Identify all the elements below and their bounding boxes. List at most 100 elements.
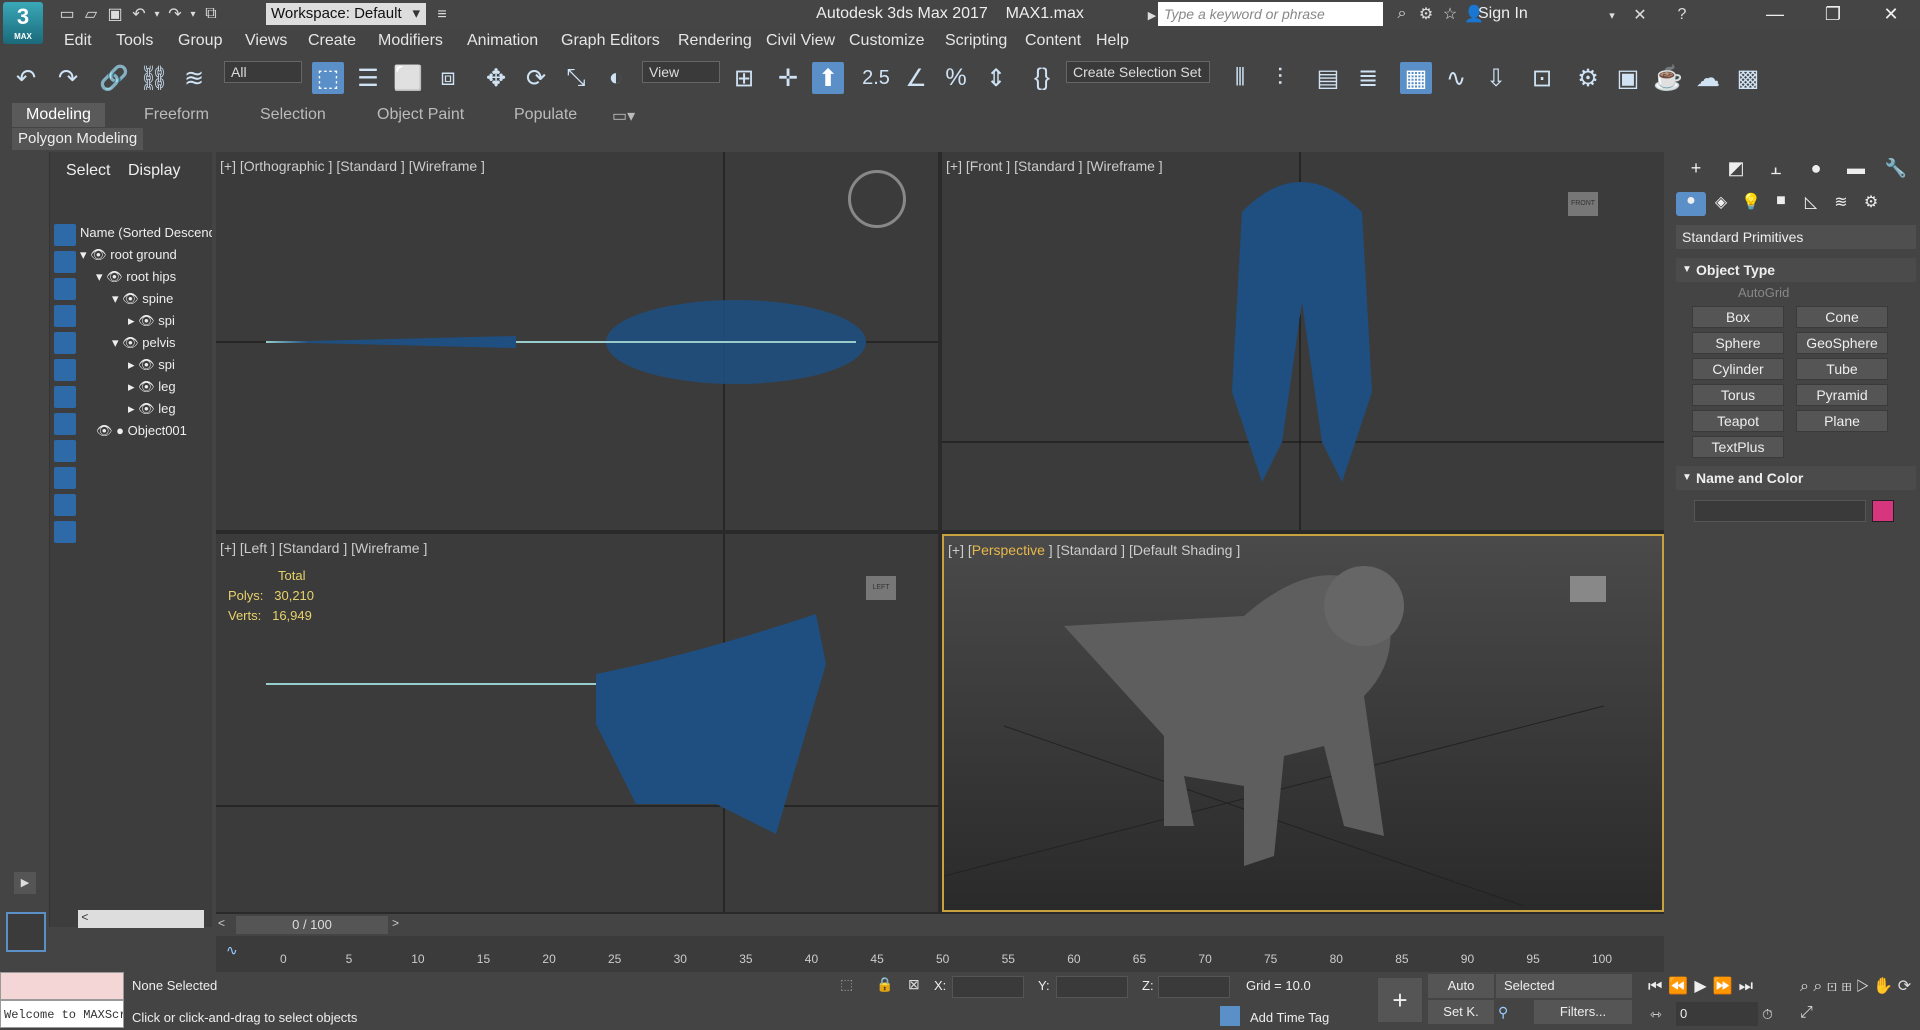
systems-category-icon[interactable]: ⚙ — [1856, 192, 1886, 216]
zoom-all-icon[interactable]: ⌕ — [1813, 978, 1822, 995]
groups-filter-icon[interactable] — [54, 386, 76, 408]
hidden-filter-icon[interactable] — [54, 521, 76, 543]
binoculars-icon[interactable]: ⌕ — [1390, 3, 1414, 25]
menu-modifiers[interactable]: Modifiers — [378, 32, 443, 50]
undo-dropdown-icon[interactable]: ▾ — [151, 3, 163, 25]
eye-icon[interactable]: 👁 — [138, 357, 155, 372]
spacewarps-filter-icon[interactable] — [54, 359, 76, 381]
viewport-label[interactable]: [+] [Perspective ] [Standard ] [Default … — [948, 542, 1240, 558]
field-of-view-icon[interactable]: ▷ — [1856, 978, 1869, 995]
expand-icon[interactable]: ▸ — [128, 357, 135, 372]
next-frame-icon[interactable]: ⏩ — [1713, 978, 1739, 995]
menu-customize[interactable]: Customize — [849, 32, 925, 50]
rendered-frame-window-icon[interactable]: ▣ — [1612, 62, 1644, 94]
scene-explorer-icon[interactable]: ▤ — [1312, 62, 1344, 94]
collapse-icon[interactable]: ▾ — [80, 247, 87, 262]
toggle-ribbon-icon[interactable]: ▦ — [1400, 62, 1432, 94]
open-file-icon[interactable]: ▱ — [79, 3, 103, 25]
keyword-search-input[interactable]: Type a keyword or phrase — [1158, 2, 1383, 26]
viewport-label[interactable]: [+] [Orthographic ] [Standard ] [Wirefra… — [220, 158, 485, 174]
menu-tools[interactable]: Tools — [116, 32, 153, 50]
menu-content[interactable]: Content — [1025, 32, 1081, 50]
rectangular-selection-icon[interactable]: ⬜ — [392, 62, 424, 94]
new-file-icon[interactable]: ▭ — [55, 3, 79, 25]
tree-row[interactable]: ▾ 👁 root ground — [78, 244, 212, 266]
helpers-filter-icon[interactable] — [54, 332, 76, 354]
keyboard-shortcut-override-icon[interactable]: ⬆ — [812, 62, 844, 94]
viewcube-perspective-icon[interactable] — [1570, 576, 1606, 602]
time-slider-thumb[interactable]: 0 / 100 — [236, 916, 388, 934]
tree-row[interactable]: ▾ 👁 pelvis — [78, 332, 212, 354]
zoom-extents-icon[interactable]: ⊡ — [1827, 978, 1837, 995]
scene-explorer-select-menu[interactable]: Select — [66, 162, 110, 180]
scene-explorer-display-menu[interactable]: Display — [128, 162, 180, 180]
undo-icon[interactable]: ↶ — [10, 62, 42, 94]
menu-help[interactable]: Help — [1096, 32, 1129, 50]
tree-row[interactable]: ▾ 👁 root hips — [78, 266, 212, 288]
key-mode-dropdown[interactable]: Selected — [1496, 974, 1632, 998]
window-crossing-icon[interactable]: ⧈ — [432, 62, 464, 94]
orbit-icon[interactable]: ⟳ — [1898, 978, 1911, 995]
restore-icon[interactable]: ❐ — [1804, 0, 1862, 28]
viewport-orthographic[interactable]: [+] [Orthographic ] [Standard ] [Wirefra… — [216, 152, 938, 530]
align-icon[interactable]: ⫶ — [1264, 62, 1296, 94]
play-icon[interactable]: ▶ — [1694, 978, 1712, 995]
tab-populate[interactable]: Populate — [514, 106, 577, 124]
textplus-button[interactable]: TextPlus — [1692, 436, 1784, 458]
scale-icon[interactable]: ⤡ — [560, 62, 592, 94]
prev-frame-icon[interactable]: < — [218, 916, 225, 930]
select-object-icon[interactable]: ⬚ — [312, 62, 344, 94]
menu-edit[interactable]: Edit — [64, 32, 92, 50]
box-button[interactable]: Box — [1692, 306, 1784, 328]
containers-filter-icon[interactable] — [54, 467, 76, 489]
key-filters-icon[interactable]: ⚲ — [1498, 1004, 1508, 1021]
collapse-icon[interactable]: ▾ — [96, 269, 103, 284]
select-by-name-icon[interactable]: ☰ — [352, 62, 384, 94]
workspace-dropdown[interactable]: Workspace: Default — [266, 3, 426, 25]
app-logo-button[interactable]: 3 MAX — [3, 2, 43, 44]
named-selection-dropdown[interactable]: Create Selection Set — [1066, 61, 1210, 83]
viewcube-left[interactable]: LEFT — [866, 576, 896, 600]
unlink-icon[interactable]: ⛓ — [138, 62, 170, 94]
add-time-tag-button[interactable]: Add Time Tag — [1250, 1010, 1329, 1025]
set-key-mode-icon[interactable]: + — [1378, 978, 1422, 1022]
motion-tab-icon[interactable]: ● — [1796, 158, 1836, 182]
tab-freeform[interactable]: Freeform — [144, 106, 209, 124]
maximize-viewport-icon[interactable]: ⤢ — [1800, 1004, 1813, 1021]
rotate-icon[interactable]: ⟳ — [520, 62, 552, 94]
object-color-swatch[interactable] — [1872, 500, 1894, 522]
lights-filter-icon[interactable] — [54, 278, 76, 300]
go-to-end-icon[interactable]: ⏭ — [1739, 978, 1759, 995]
xrefs-filter-icon[interactable] — [54, 413, 76, 435]
eye-icon[interactable]: 👁 — [106, 269, 123, 284]
material-editor-icon[interactable]: ⊡ — [1526, 62, 1558, 94]
lock-selection-icon[interactable]: 🔒 — [876, 976, 893, 993]
edit-named-selection-icon[interactable]: {} — [1026, 62, 1058, 94]
menu-views[interactable]: Views — [245, 32, 287, 50]
go-to-start-icon[interactable]: ⏮ — [1648, 978, 1668, 995]
eye-icon[interactable]: 👁 — [138, 313, 155, 328]
curve-editor-icon[interactable]: ∿ — [1440, 62, 1472, 94]
redo-icon[interactable]: ↷ — [52, 62, 84, 94]
plane-button[interactable]: Plane — [1796, 410, 1888, 432]
time-slider[interactable]: < 0 / 100 > — [216, 914, 1664, 936]
exchange-apps-icon[interactable]: ✕ — [1628, 4, 1652, 26]
collapse-icon[interactable]: ▾ — [112, 291, 119, 306]
bind-spacewarp-icon[interactable]: ≋ — [178, 62, 210, 94]
expand-icon[interactable]: ▸ — [128, 379, 135, 394]
tab-modeling[interactable]: Modeling — [12, 103, 105, 127]
eye-icon[interactable]: 👁 — [138, 401, 155, 416]
previous-frame-icon[interactable]: ⏪ — [1668, 978, 1694, 995]
geosphere-button[interactable]: GeoSphere — [1796, 332, 1888, 354]
lights-category-icon[interactable]: 💡 — [1736, 192, 1766, 216]
a360-gallery-icon[interactable]: ▩ — [1732, 62, 1764, 94]
tab-object-paint[interactable]: Object Paint — [377, 106, 464, 124]
render-cloud-icon[interactable]: ☁ — [1692, 62, 1724, 94]
geometry-category-icon[interactable]: ● — [1676, 192, 1706, 216]
tube-button[interactable]: Tube — [1796, 358, 1888, 380]
viewcube-compass-icon[interactable] — [848, 170, 906, 228]
object-type-rollout[interactable]: Object Type — [1676, 258, 1916, 282]
add-time-tag-icon[interactable] — [1220, 1006, 1240, 1026]
reference-coordinate-dropdown[interactable]: View — [642, 61, 720, 83]
zoom-icon[interactable]: ⌕ — [1800, 978, 1809, 995]
